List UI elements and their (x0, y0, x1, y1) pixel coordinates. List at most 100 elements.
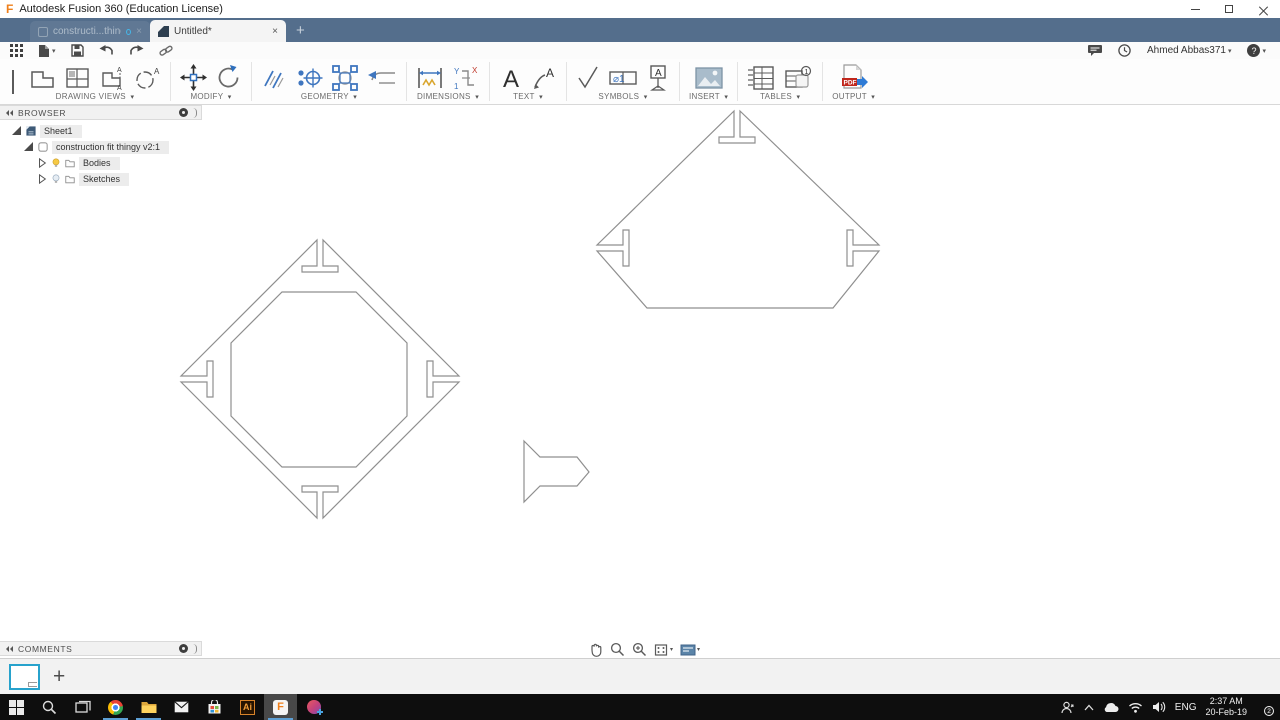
wifi-tray-icon[interactable] (1128, 702, 1143, 713)
collapsed-arrow-icon[interactable] (37, 174, 47, 184)
feature-control-frame-button[interactable]: ⌀1 (608, 65, 638, 91)
display-settings-menu[interactable]: ▾ (680, 643, 700, 657)
drawing-canvas[interactable]: BROWSER Sheet1 construction fit thingy v… (0, 105, 1280, 658)
grid-settings-menu[interactable]: ▾ (654, 642, 673, 657)
tree-item-label[interactable]: Bodies (79, 156, 120, 170)
expanded-arrow-icon[interactable] (24, 142, 34, 152)
dimension-button[interactable] (416, 65, 444, 91)
tree-item-bodies[interactable]: Bodies (0, 155, 169, 171)
action-center-button[interactable]: 2 (1256, 700, 1274, 716)
ribbon-group-label[interactable]: DIMENSIONS ▾ (416, 92, 480, 101)
ribbon-group-label[interactable]: GEOMETRY ▾ (261, 92, 397, 101)
paint-3d-taskbar-icon[interactable] (297, 694, 330, 720)
arrow-connector-part[interactable] (523, 439, 590, 504)
chrome-taskbar-icon[interactable] (99, 694, 132, 720)
leader-text-button[interactable]: A (531, 65, 557, 91)
tree-item-label[interactable]: construction fit thingy v2:1 (52, 140, 170, 154)
ribbon-group-label[interactable]: INSERT ▾ (689, 92, 728, 101)
tree-item-component[interactable]: construction fit thingy v2:1 (0, 139, 170, 155)
collapsed-arrow-icon[interactable] (37, 158, 47, 168)
expanded-arrow-icon[interactable] (12, 126, 22, 136)
ribbon-group-label[interactable]: DRAWING VIEWS ▾ (29, 92, 161, 101)
sheet1-thumbnail-tab[interactable] (9, 663, 40, 690)
start-button[interactable] (0, 694, 33, 720)
volume-tray-icon[interactable] (1152, 701, 1166, 713)
surface-texture-button[interactable] (576, 65, 600, 91)
edge-extension-button[interactable] (367, 65, 397, 91)
table-button[interactable] (747, 65, 775, 91)
ribbon-group-label[interactable]: OUTPUT ▾ (832, 92, 875, 101)
fusion-360-taskbar-icon[interactable]: F (264, 694, 297, 720)
pan-button[interactable] (588, 642, 603, 657)
people-tray-icon[interactable] (1061, 701, 1075, 714)
mail-taskbar-icon[interactable] (165, 694, 198, 720)
onedrive-tray-icon[interactable] (1103, 702, 1119, 713)
visibility-bulb-off-icon[interactable] (51, 174, 61, 184)
diamond-plate-with-t-slots[interactable] (179, 238, 461, 520)
output-pdf-button[interactable]: PDF (840, 64, 868, 91)
collapse-panel-icon[interactable] (6, 645, 13, 652)
show-hidden-icons-chevron[interactable] (1084, 704, 1094, 711)
base-view-button[interactable] (29, 65, 56, 91)
task-view-button[interactable] (66, 694, 99, 720)
text-button[interactable]: A (499, 65, 523, 91)
illustrator-taskbar-icon[interactable]: Ai (231, 694, 264, 720)
move-button[interactable] (180, 64, 207, 91)
visibility-bulb-on-icon[interactable] (51, 158, 61, 168)
panel-resize-grip[interactable] (193, 107, 197, 118)
help-menu[interactable]: ? ▾ (1247, 44, 1266, 57)
ordinate-dimension-button[interactable]: Y X 1 (452, 65, 480, 91)
toolbar-drag-handle[interactable] (12, 69, 14, 94)
ribbon-group-label[interactable]: TEXT ▾ (499, 92, 557, 101)
new-document-tab-button[interactable]: + (296, 23, 305, 38)
centerline-button[interactable] (261, 65, 287, 91)
language-indicator[interactable]: ENG (1175, 702, 1197, 713)
minimize-button[interactable] (1178, 0, 1212, 18)
save-button[interactable] (70, 44, 84, 57)
tree-item-sketches[interactable]: Sketches (0, 171, 169, 187)
projected-view-button[interactable] (64, 65, 91, 91)
undo-button[interactable] (99, 44, 114, 57)
tab-close-icon[interactable]: × (136, 26, 142, 37)
parts-list-button[interactable]: 1 (783, 65, 813, 91)
job-status-icon[interactable] (1088, 45, 1103, 56)
rotate-button[interactable] (215, 64, 242, 91)
taskbar-clock[interactable]: 2:37 AM 20-Feb-19 (1205, 696, 1247, 719)
file-menu-button[interactable]: ▾ (38, 44, 56, 58)
panel-options-icon[interactable] (179, 108, 188, 117)
inner-octagon-cutout[interactable] (230, 291, 408, 468)
tab-close-icon[interactable]: × (272, 26, 278, 37)
ribbon-group-label[interactable]: TABLES ▾ (747, 92, 813, 101)
pentagon-plate-with-t-slots[interactable] (595, 109, 881, 309)
center-mark-button[interactable] (295, 65, 323, 91)
ribbon-group-label[interactable]: MODIFY ▾ (180, 92, 242, 101)
tree-item-label[interactable]: Sketches (79, 172, 130, 186)
notification-clock-icon[interactable] (1118, 44, 1131, 57)
tree-item-sheet1[interactable]: Sheet1 (0, 123, 169, 139)
user-account-menu[interactable]: Ahmed Abbas371 ▾ (1147, 45, 1231, 56)
file-explorer-taskbar-icon[interactable] (132, 694, 165, 720)
close-button[interactable] (1246, 0, 1280, 18)
doc-tab-construction-fit-thingy[interactable]: constructi...thingy v2 × (30, 21, 150, 42)
collapse-panel-icon[interactable] (6, 109, 13, 116)
doc-tab-untitled[interactable]: Untitled* × (150, 20, 286, 42)
restore-button[interactable] (1212, 0, 1246, 18)
datum-identifier-button[interactable]: A (646, 64, 670, 92)
microsoft-store-taskbar-icon[interactable] (198, 694, 231, 720)
browser-panel-header[interactable]: BROWSER (0, 105, 202, 120)
add-sheet-button[interactable]: + (53, 666, 65, 687)
insert-image-button[interactable] (694, 65, 724, 91)
redo-button[interactable] (129, 44, 144, 57)
section-view-button[interactable]: AA (99, 65, 126, 91)
panel-resize-grip[interactable] (193, 643, 197, 654)
detail-view-button[interactable]: A (134, 65, 161, 91)
center-mark-pattern-button[interactable] (331, 64, 359, 91)
app-grid-icon[interactable] (10, 44, 23, 57)
share-link-icon[interactable] (158, 44, 173, 58)
comments-panel-header[interactable]: COMMENTS (0, 641, 202, 656)
tree-item-label[interactable]: Sheet1 (40, 124, 82, 138)
ribbon-group-label[interactable]: SYMBOLS ▾ (576, 92, 670, 101)
zoom-window-button[interactable] (632, 642, 647, 657)
taskbar-search-button[interactable] (33, 694, 66, 720)
zoom-button[interactable] (610, 642, 625, 657)
